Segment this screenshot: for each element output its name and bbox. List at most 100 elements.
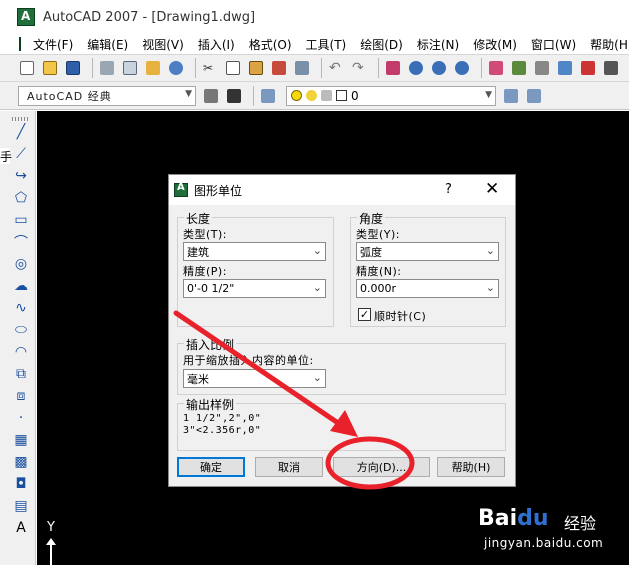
make-current-layer-icon[interactable] <box>502 87 520 105</box>
sun-icon[interactable] <box>306 90 317 101</box>
zoom-realtime-icon[interactable] <box>407 59 425 77</box>
new-icon[interactable] <box>18 59 36 77</box>
insertion-units-select[interactable]: 毫米 ⌄ <box>183 369 326 388</box>
properties-icon[interactable] <box>487 59 505 77</box>
match-properties-icon[interactable] <box>270 59 288 77</box>
workspace-settings-icon[interactable] <box>202 87 220 105</box>
angle-precision-select[interactable]: 0.000r ⌄ <box>356 279 499 298</box>
multiline-text-icon[interactable]: A <box>12 519 30 537</box>
layer-properties-icon[interactable] <box>259 87 277 105</box>
chevron-down-icon[interactable]: ▼ <box>485 90 492 100</box>
ellipse-arc-icon[interactable]: ◠ <box>12 343 30 361</box>
dialog-title-bar[interactable]: 图形单位 ? ✕ <box>169 175 515 205</box>
paste-icon[interactable] <box>247 59 265 77</box>
autocad-app-icon[interactable] <box>17 8 35 26</box>
document-icon[interactable] <box>19 37 21 51</box>
construction-line-icon[interactable]: ⟋ <box>12 145 30 163</box>
redo-icon[interactable]: ↷ <box>350 59 368 77</box>
plot-icon[interactable] <box>98 59 116 77</box>
block-editor-icon[interactable] <box>293 59 311 77</box>
color-swatch-icon[interactable] <box>336 90 347 101</box>
menu-draw[interactable]: 绘图(D) <box>356 36 407 53</box>
toolbar-separator <box>195 58 196 78</box>
layer-previous-icon[interactable] <box>525 87 543 105</box>
menu-window[interactable]: 窗口(W) <box>527 36 580 53</box>
drawing-units-dialog: 图形单位 ? ✕ 长度 类型(T): 建筑 ⌄ 精度(P): 0'-0 1/2"… <box>168 174 516 487</box>
workspace-select[interactable]: AutoCAD 经典 ▼ <box>18 85 196 106</box>
polygon-icon[interactable]: ⬠ <box>12 189 30 207</box>
region-icon[interactable]: ◘ <box>12 475 30 493</box>
menu-format[interactable]: 格式(O) <box>245 36 296 53</box>
menu-help[interactable]: 帮助(H) <box>586 36 629 53</box>
standard-toolbar: ✂ ↶ ↷ <box>0 54 629 82</box>
zoom-previous-icon[interactable] <box>453 59 471 77</box>
menu-edit[interactable]: 编辑(E) <box>83 36 132 53</box>
pan-icon[interactable] <box>384 59 402 77</box>
ok-button[interactable]: 确定 <box>177 457 245 477</box>
copy-icon[interactable] <box>224 59 242 77</box>
brand-bai: Bai <box>478 506 518 531</box>
dialog-title: 图形单位 <box>194 183 243 198</box>
watermark-url: jingyan.baidu.com <box>484 536 604 550</box>
cancel-button[interactable]: 取消 <box>255 457 323 477</box>
polyline-icon[interactable]: ↪ <box>12 167 30 185</box>
length-type-select[interactable]: 建筑 ⌄ <box>183 242 326 261</box>
menu-tools[interactable]: 工具(T) <box>302 36 351 53</box>
angle-type-select[interactable]: 弧度 ⌄ <box>356 242 499 261</box>
direction-button[interactable]: 方向(D)... <box>333 457 430 477</box>
menu-insert[interactable]: 插入(I) <box>194 36 239 53</box>
3d-dwf-icon[interactable] <box>167 59 185 77</box>
layer-select[interactable]: 0 ▼ <box>286 85 496 106</box>
close-icon[interactable]: ✕ <box>485 179 499 199</box>
menu-bar: 文件(F) 编辑(E) 视图(V) 插入(I) 格式(O) 工具(T) 绘图(D… <box>0 34 629 54</box>
make-block-icon[interactable]: ⧈ <box>12 387 30 405</box>
menu-modify[interactable]: 修改(M) <box>469 36 521 53</box>
save-icon[interactable] <box>64 59 82 77</box>
design-center-icon[interactable] <box>510 59 528 77</box>
chevron-down-icon[interactable]: ▼ <box>185 89 193 99</box>
lock-icon[interactable] <box>321 90 332 101</box>
toolbar-grip-handle[interactable] <box>12 117 28 121</box>
spline-icon[interactable]: ∿ <box>12 299 30 317</box>
arc-icon[interactable]: ⌒ <box>12 233 30 251</box>
lightbulb-icon[interactable] <box>291 90 302 101</box>
table-icon[interactable]: ▤ <box>12 497 30 515</box>
publish-icon[interactable] <box>144 59 162 77</box>
baidu-jingyan-watermark: Baidu 经验 jingyan.baidu.com <box>478 500 628 560</box>
insert-block-icon[interactable]: ⧉ <box>12 365 30 383</box>
help-icon[interactable]: ? <box>445 182 452 197</box>
plot-preview-icon[interactable] <box>121 59 139 77</box>
hatch-icon[interactable]: ▦ <box>12 431 30 449</box>
chevron-down-icon[interactable]: ⌄ <box>313 244 322 257</box>
line-icon[interactable]: ╱ <box>12 123 30 141</box>
zoom-window-icon[interactable] <box>430 59 448 77</box>
workspaces-toolbar: AutoCAD 经典 ▼ 0 ▼ <box>0 82 629 110</box>
workspace-save-icon[interactable] <box>225 87 243 105</box>
tool-palettes-icon[interactable] <box>533 59 551 77</box>
clockwise-checkbox[interactable]: ✓ <box>358 308 371 321</box>
help-button[interactable]: 帮助(H) <box>437 457 505 477</box>
markup-icon[interactable] <box>579 59 597 77</box>
menu-view[interactable]: 视图(V) <box>138 36 188 53</box>
layer-value: 0 <box>351 88 359 103</box>
menu-dimension[interactable]: 标注(N) <box>413 36 463 53</box>
qnew-icon[interactable] <box>41 59 59 77</box>
rectangle-icon[interactable]: ▭ <box>12 211 30 229</box>
chevron-down-icon[interactable]: ⌄ <box>486 281 495 294</box>
ellipse-icon[interactable]: ⬭ <box>12 321 30 339</box>
point-icon[interactable]: · <box>12 409 30 427</box>
cut-icon[interactable]: ✂ <box>201 59 219 77</box>
gradient-icon[interactable]: ▩ <box>12 453 30 471</box>
menu-file[interactable]: 文件(F) <box>29 36 77 53</box>
brand-du: du <box>517 506 549 531</box>
circle-icon[interactable]: ◎ <box>12 255 30 273</box>
length-type-value: 建筑 <box>187 245 209 259</box>
quickcalc-icon[interactable] <box>602 59 620 77</box>
sheet-set-icon[interactable] <box>556 59 574 77</box>
undo-icon[interactable]: ↶ <box>327 59 345 77</box>
chevron-down-icon[interactable]: ⌄ <box>313 371 322 384</box>
length-precision-select[interactable]: 0'-0 1/2" ⌄ <box>183 279 326 298</box>
revision-cloud-icon[interactable]: ☁ <box>12 277 30 295</box>
chevron-down-icon[interactable]: ⌄ <box>313 281 322 294</box>
chevron-down-icon[interactable]: ⌄ <box>486 244 495 257</box>
